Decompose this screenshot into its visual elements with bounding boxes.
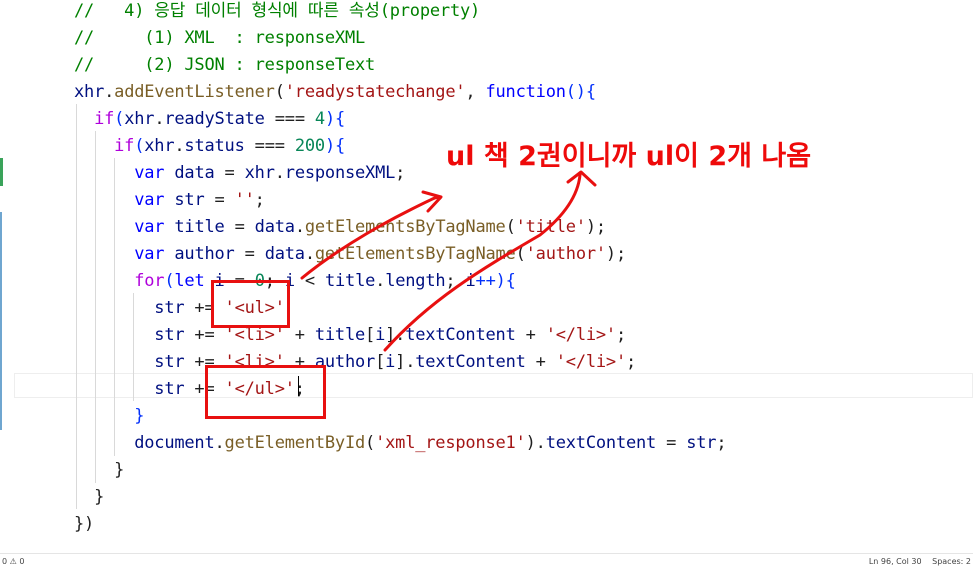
annotation-arrow-2 xyxy=(383,173,582,352)
annotation-text: ul 책 2권이니까 ul이 2개 나옴 xyxy=(446,141,812,172)
annotation-arrowhead-2 xyxy=(566,170,597,187)
problems-indicator[interactable]: 0 ⚠ 0 xyxy=(2,557,24,566)
code-editor[interactable]: // 4) 응답 데이터 형식에 따른 속성(property)// (1) X… xyxy=(0,0,973,553)
annotation-arrows xyxy=(300,170,597,352)
status-bar: 0 ⚠ 0 Ln 96, Col 30 Spaces: 2 xyxy=(0,553,973,571)
cursor-position[interactable]: Ln 96, Col 30 xyxy=(869,557,922,566)
indentation-setting[interactable]: Spaces: 2 xyxy=(932,557,971,566)
annotation-arrow-1 xyxy=(300,195,442,280)
